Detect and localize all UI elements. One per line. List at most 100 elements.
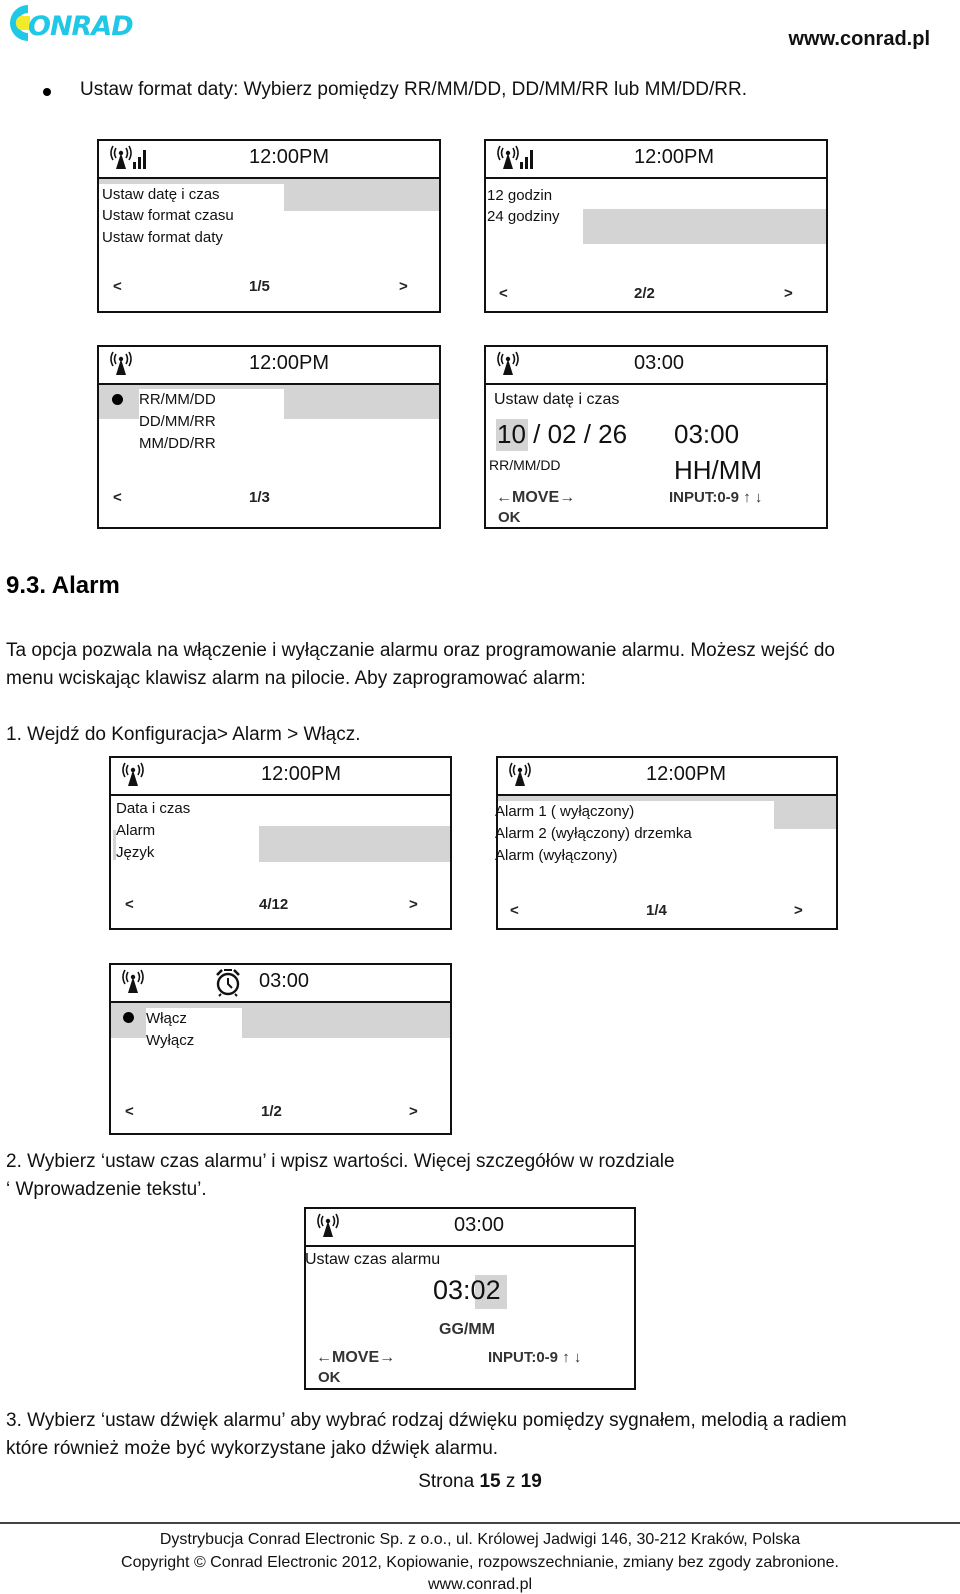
up-down-arrows-icon: ↑ ↓ [562,1349,582,1366]
ok-button[interactable]: OK [498,509,521,526]
menu-item[interactable]: Alarm [116,822,155,839]
screen-date-format: 12:00PM RR/MM/DD DD/MM/RR MM/DD/RR < 1/3 [97,345,441,529]
step-3-line-1: 3. Wybierz ‘ustaw dźwięk alarmu’ aby wyb… [6,1410,847,1431]
input-hint: INPUT:0-9 [669,489,740,506]
menu-item[interactable]: DD/MM/RR [139,413,216,430]
hour-field[interactable]: 03: [433,1275,471,1305]
date-rest[interactable]: / 02 / 26 [526,419,627,449]
selection-highlight [774,796,836,829]
alarm-item[interactable]: Alarm 2 (wyłączony) drzemka [495,825,692,842]
page-indicator: 4/12 [259,896,289,913]
selected-radio-icon [112,394,123,405]
prev-page-button[interactable]: < [510,902,519,919]
menu-item[interactable]: Ustaw format czasu [102,207,234,224]
date-format-label: RR/MM/DD [489,457,561,473]
alarm-clock-icon [216,969,240,997]
step-2-line-1: 2. Wybierz ‘ustaw czas alarmu’ i wpisz w… [6,1151,675,1172]
screen-header: 12:00PM [486,141,826,179]
screen-time-format: 12:00PM 12 godzin 24 godziny < 2/2 > [484,139,828,313]
antenna-icon [496,351,538,377]
bullet-icon [43,88,51,96]
selection-highlight [583,209,826,244]
step-2-line-2: ‘ Wprowadzenie tekstu’. [6,1179,207,1200]
page-indicator: 1/2 [261,1103,282,1120]
footer-copyright: Copyright © Conrad Electronic 2012, Kopi… [121,1554,839,1571]
conrad-logo: ONRAD [10,5,134,42]
antenna-icon [109,351,151,377]
minute-field[interactable]: 02 [471,1275,501,1305]
screen-config-menu: 12:00PM Data i czas Alarm Język < 4/12 > [109,756,452,930]
screen-header: 12:00PM [99,347,439,385]
menu-item[interactable]: RR/MM/DD [139,391,216,408]
page-number: Strona 15 z 19 [418,1471,542,1492]
section-title: 9.3. Alarm [6,572,120,599]
move-hint: ←MOVE→ [316,1349,396,1366]
page-indicator: 1/5 [249,278,270,295]
selection-highlight [259,826,450,862]
screen-time: 03:00 [454,1214,505,1236]
menu-item[interactable]: 24 godziny [487,208,560,225]
intro-line-2: menu wciskając klawisz alarm na pilocie.… [6,668,586,689]
menu-item[interactable]: Język [116,844,154,861]
footer-distribution: Dystrybucja Conrad Electronic Sp. z o.o.… [159,1531,801,1548]
ok-button[interactable]: OK [318,1369,341,1386]
screen-alarm-onoff: 03:00 Włącz Wyłącz < 1/2 > [109,963,452,1135]
screen-time: 03:00 [259,970,310,992]
screen-header: 03:00 [306,1209,634,1247]
menu-item[interactable]: Data i czas [116,800,190,817]
next-page-button[interactable]: > [399,278,408,295]
time-format-label: HH/MM [674,455,763,485]
menu-item[interactable]: Ustaw format daty [102,229,223,246]
page-indicator: 1/4 [646,902,667,919]
screen-alarm-list: 12:00PM Alarm 1 ( wyłączony) Alarm 2 (wy… [495,756,838,930]
alarm-item[interactable]: Alarm (wyłączony) [495,847,618,864]
screen-time: 12:00PM [634,146,715,168]
antenna-icon [316,1213,358,1239]
option-off[interactable]: Wyłącz [146,1032,194,1049]
menu-item[interactable]: 12 godzin [487,187,552,204]
prev-page-button[interactable]: < [113,489,122,506]
prev-page-button[interactable]: < [125,1103,134,1120]
next-page-button[interactable]: > [794,902,803,919]
next-page-button[interactable]: > [409,1103,418,1120]
header-website[interactable]: www.conrad.pl [789,28,931,51]
step-3-line-2: które również może być wykorzystane jako… [6,1438,499,1459]
screen-time: 12:00PM [646,763,727,785]
prev-page-button[interactable]: < [113,278,122,295]
alarm-item[interactable]: Alarm 1 ( wyłączony) [495,803,634,820]
time-format-label: GG/MM [439,1321,495,1338]
next-page-button[interactable]: > [784,285,793,302]
option-on[interactable]: Włącz [146,1010,187,1027]
antenna-icon [121,969,163,995]
screen-title: Ustaw czas alarmu [305,1251,441,1268]
page-indicator: 2/2 [634,285,655,302]
input-hint: INPUT:0-9 [488,1349,559,1366]
screen-header: 12:00PM [111,758,450,796]
footer-divider [0,1522,960,1524]
next-page-button[interactable]: > [409,896,418,913]
prev-page-button[interactable]: < [499,285,508,302]
menu-item[interactable]: Ustaw datę i czas [102,186,220,203]
screen-title: Ustaw datę i czas [494,391,620,408]
screen-set-alarm-time: 03:00 Ustaw czas alarmu 03:02 GG/MM ←MOV… [304,1207,636,1390]
svg-text:ONRAD: ONRAD [28,11,133,42]
up-down-arrows-icon: ↑ ↓ [743,489,763,506]
prev-page-button[interactable]: < [125,896,134,913]
intro-line-1: Ta opcja pozwala na włączenie i wyłączan… [6,640,835,661]
step-1: 1. Wejdź do Konfiguracja> Alarm > Włącz. [6,724,361,745]
screen-set-date-time: 03:00 Ustaw datę i czas 10 / 02 / 26 03:… [484,345,828,529]
antenna-icon [121,762,163,788]
date-year-field[interactable]: 10 [497,419,526,449]
screen-header: 12:00PM [498,758,836,796]
selected-radio-icon [123,1012,134,1023]
screen-time: 12:00PM [249,352,330,374]
menu-item[interactable]: MM/DD/RR [139,435,216,452]
page-indicator: 1/3 [249,489,270,506]
bullet-text: Ustaw format daty: Wybierz pomiędzy RR/M… [80,79,748,100]
signal-icon [496,145,538,171]
clock-field[interactable]: 03:00 [674,419,739,450]
footer-website[interactable]: www.conrad.pl [0,1576,960,1594]
screen-header: 03:00 [111,965,450,1003]
screen-time: 03:00 [634,352,685,374]
signal-icon [109,145,151,171]
